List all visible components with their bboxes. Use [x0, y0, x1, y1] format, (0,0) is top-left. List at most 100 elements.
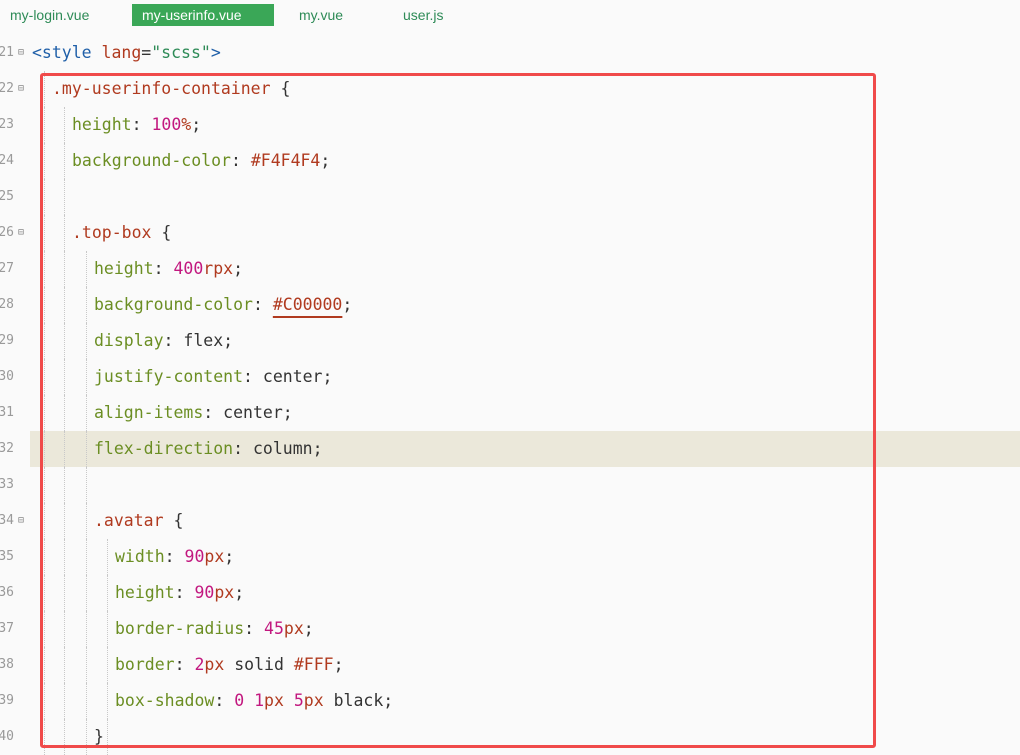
code-text: justify-content: center; — [94, 359, 332, 395]
code-line[interactable]: 31 align-items: center; — [0, 395, 1020, 431]
indent-guide — [64, 323, 65, 359]
tab-my-userinfo-vue[interactable]: my-userinfo.vue — [132, 4, 274, 26]
line-number: 25 — [0, 189, 14, 204]
fold-toggle-icon[interactable]: ⊟ — [18, 71, 28, 107]
line-number: 39 — [0, 693, 14, 708]
indent-guide — [64, 611, 65, 647]
indent-guide — [44, 359, 45, 395]
code-token: .top-box — [72, 223, 152, 242]
fold-toggle-icon[interactable]: ⊟ — [18, 503, 28, 539]
code-token: : — [163, 331, 184, 350]
line-number: 26 — [0, 225, 14, 240]
indent-guide — [64, 503, 65, 539]
code-token: : — [233, 439, 253, 458]
code-token: ; — [191, 115, 202, 134]
code-text: border: 2px solid #FFF; — [115, 647, 344, 683]
code-token: : — [174, 583, 195, 602]
line-number: 38 — [0, 657, 14, 672]
code-token: > — [210, 43, 221, 62]
tab-user-js[interactable]: user.js — [393, 4, 453, 26]
code-line[interactable]: 39 box-shadow: 0 1px 5px black; — [0, 683, 1020, 719]
code-line[interactable]: 33 — [0, 467, 1020, 503]
tab-my-login-vue[interactable]: my-login.vue — [0, 4, 99, 26]
code-line[interactable]: 37 border-radius: 45px; — [0, 611, 1020, 647]
code-token: .my-userinfo-container — [52, 79, 271, 98]
code-token: : — [174, 655, 195, 674]
line-number: 36 — [0, 585, 14, 600]
code-token: display — [94, 331, 164, 350]
code-line[interactable]: 26 ⊟ .top-box { — [0, 215, 1020, 251]
code-token: background-color — [72, 151, 231, 170]
code-token: black — [323, 691, 384, 710]
indent-guide — [64, 575, 65, 611]
indent-guide — [44, 431, 45, 467]
code-line[interactable]: 35 width: 90px; — [0, 539, 1020, 575]
code-text: .my-userinfo-container { — [52, 71, 290, 107]
code-line[interactable]: 29 display: flex; — [0, 323, 1020, 359]
code-line[interactable]: 24 background-color: #F4F4F4; — [0, 143, 1020, 179]
indent-guide — [86, 395, 87, 431]
code-text: .top-box { — [72, 215, 171, 251]
code-token: : — [164, 547, 185, 566]
indent-guide — [64, 359, 65, 395]
code-line[interactable]: 21 ⊟ <style lang="scss"> — [0, 35, 1020, 71]
indent-guide — [44, 71, 45, 107]
editor-tab-bar: my-login.vue my-userinfo.vue my.vue user… — [0, 0, 1020, 32]
line-number: 30 — [0, 369, 14, 384]
code-token: : — [243, 367, 263, 386]
code-line[interactable]: 32 flex-direction: column; — [0, 431, 1020, 467]
code-token: #FFF — [293, 655, 334, 674]
code-line[interactable]: 28 background-color: #C00000; — [0, 287, 1020, 323]
code-token: = — [141, 43, 152, 62]
line-number: 24 — [0, 153, 14, 168]
code-line[interactable]: 30 justify-content: center; — [0, 359, 1020, 395]
indent-guide — [64, 179, 65, 215]
code-token: { — [151, 223, 172, 242]
code-token: { — [163, 511, 184, 530]
code-line[interactable]: 22 ⊟ .my-userinfo-container { — [0, 71, 1020, 107]
code-token: ; — [223, 331, 234, 350]
code-token: px — [264, 691, 284, 710]
indent-guide — [86, 323, 87, 359]
code-token: 2 — [194, 655, 205, 674]
code-token: box-shadow — [115, 691, 215, 710]
code-line[interactable]: 27 height: 400rpx; — [0, 251, 1020, 287]
indent-guide — [107, 575, 108, 611]
indent-guide — [86, 539, 87, 575]
code-token: : — [153, 259, 174, 278]
code-text: height: 90px; — [115, 575, 244, 611]
code-token: center — [262, 367, 323, 386]
code-line[interactable]: 38 border: 2px solid #FFF; — [0, 647, 1020, 683]
fold-toggle-icon[interactable]: ⊟ — [18, 215, 28, 251]
code-line[interactable]: 23 height: 100%; — [0, 107, 1020, 143]
code-text: background-color: #F4F4F4; — [72, 143, 330, 179]
code-token: solid — [224, 655, 294, 674]
indent-guide — [86, 359, 87, 395]
code-text: flex-direction: column; — [94, 431, 323, 467]
line-number: 21 — [0, 45, 14, 60]
code-token: 90 — [184, 547, 205, 566]
code-editor[interactable]: 21 ⊟ <style lang="scss"> 22 ⊟ .my-userinfo-co… — [0, 35, 1020, 755]
indent-guide — [86, 431, 87, 467]
code-token: 400 — [173, 259, 204, 278]
code-token: ; — [282, 403, 293, 422]
indent-guide — [44, 179, 45, 215]
line-number: 23 — [0, 117, 14, 132]
indent-guide — [64, 647, 65, 683]
code-token: : — [214, 691, 235, 710]
code-line[interactable]: 34 ⊟ .avatar { — [0, 503, 1020, 539]
code-token: : — [252, 295, 273, 314]
code-token: px — [204, 547, 225, 566]
code-line[interactable]: 25 — [0, 179, 1020, 215]
tab-my-vue[interactable]: my.vue — [289, 4, 353, 26]
code-token: { — [270, 79, 291, 98]
fold-toggle-icon[interactable]: ⊟ — [18, 35, 28, 71]
code-line[interactable]: 36 height: 90px; — [0, 575, 1020, 611]
indent-guide — [64, 395, 65, 431]
line-number: 35 — [0, 549, 14, 564]
code-token: : — [131, 115, 152, 134]
line-number: 31 — [0, 405, 14, 420]
indent-guide — [86, 611, 87, 647]
code-token: : — [230, 151, 251, 170]
